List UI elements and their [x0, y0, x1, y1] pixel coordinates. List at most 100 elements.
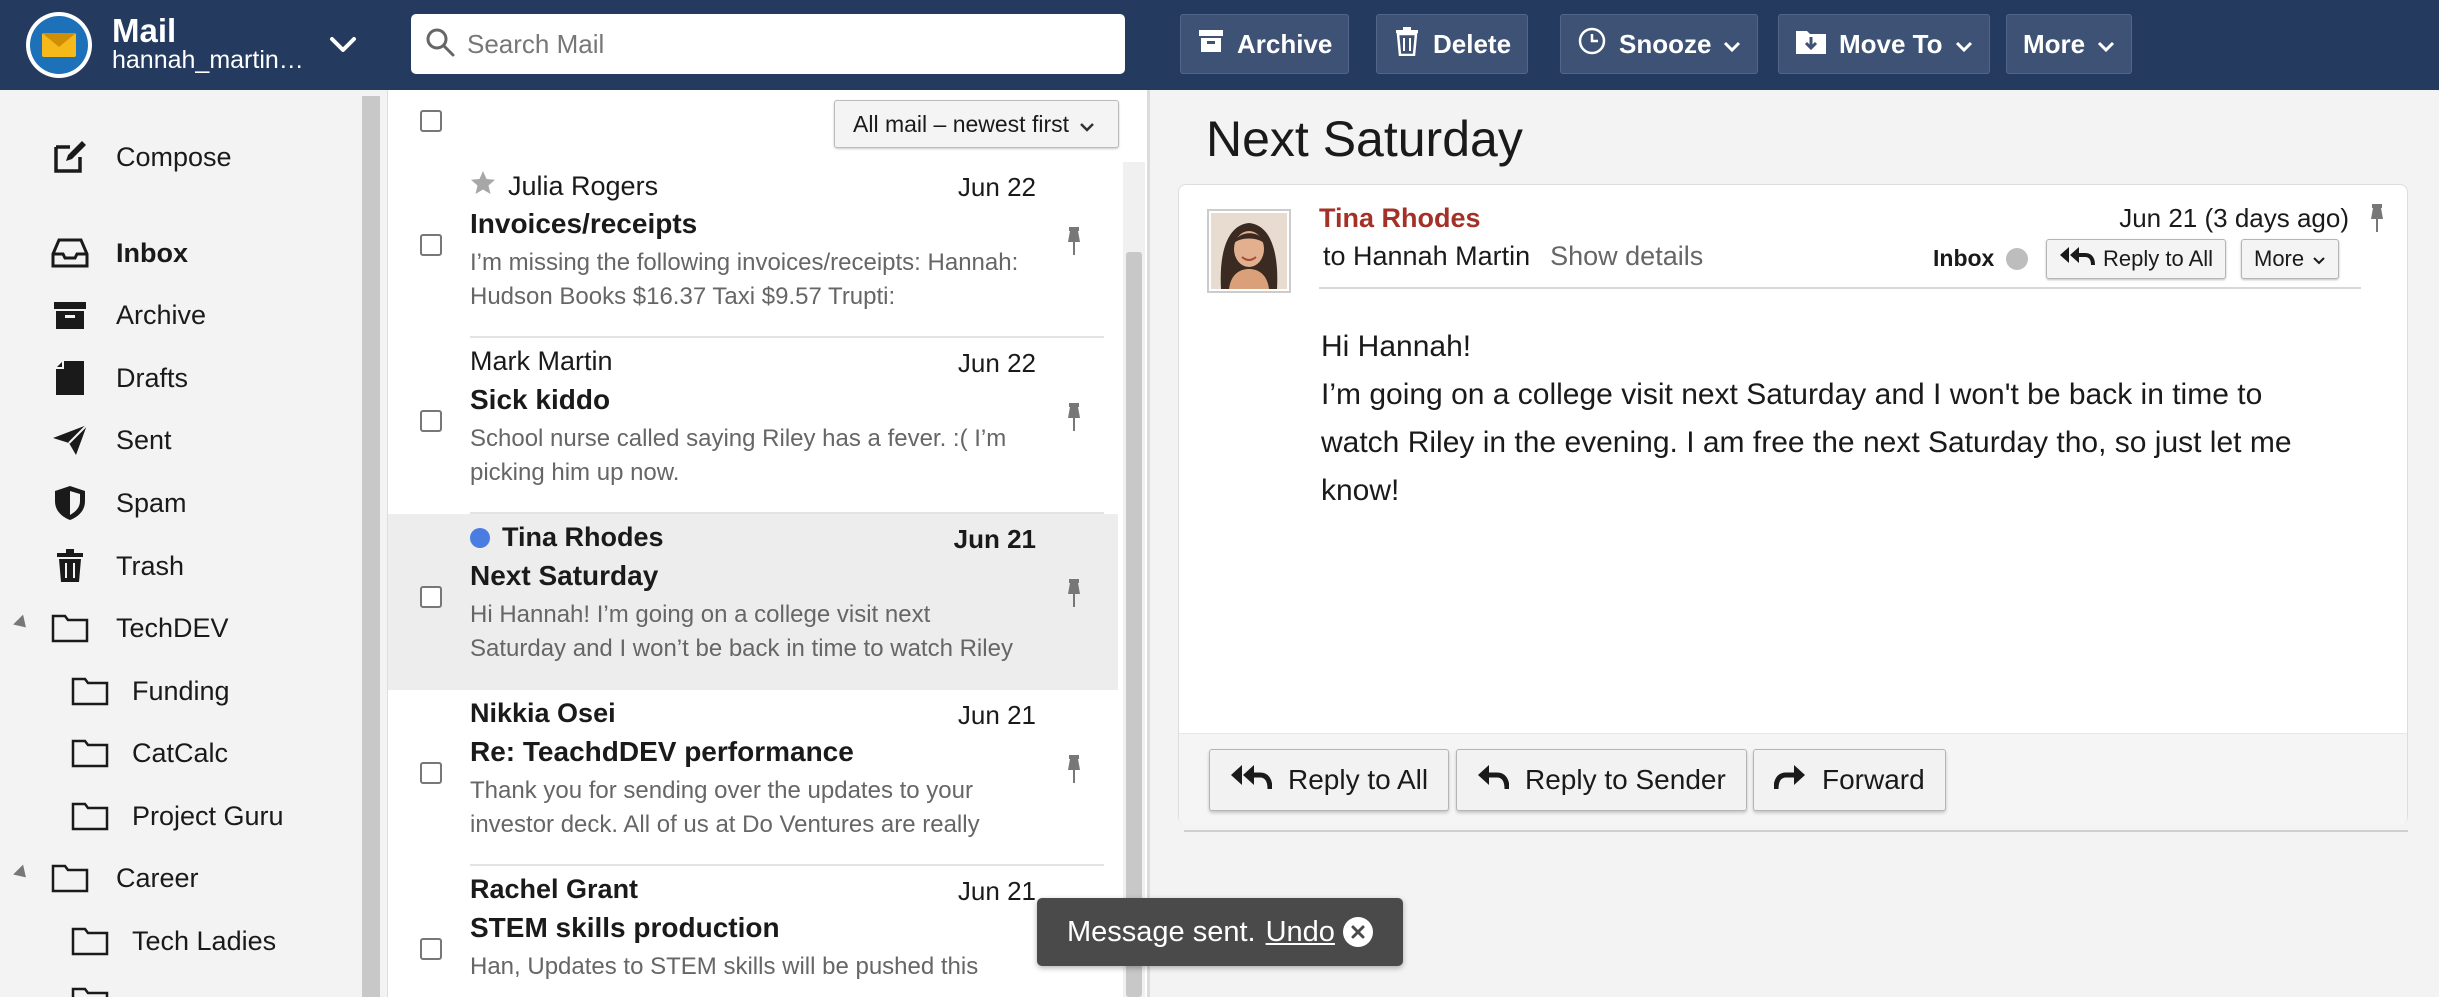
row-subject: Sick kiddo	[470, 384, 611, 415]
chevron-down-icon[interactable]	[326, 28, 360, 62]
row-preview: Hi Hannah! I’m going on a college visit …	[470, 601, 1013, 662]
row-date: Jun 21	[957, 876, 1036, 906]
mail-logo-icon	[26, 12, 92, 78]
close-icon[interactable]	[1343, 917, 1373, 947]
body-paragraph: Hi Hannah!	[1321, 330, 1472, 363]
archive-icon	[1197, 27, 1225, 62]
clock-icon	[1577, 26, 1607, 63]
recipient-line: to Hannah Martin Show details	[1323, 241, 1703, 272]
archive-icon	[50, 295, 90, 335]
folder-icon	[50, 608, 90, 648]
list-item[interactable]: Nikkia Osei Jun 21 Re: TeachdDEV perform…	[388, 690, 1118, 866]
undo-link[interactable]: Undo	[1266, 916, 1335, 949]
folder-funding[interactable]: Funding	[70, 666, 230, 716]
folder-icon	[50, 858, 90, 898]
folder-badge-label: Inbox	[1933, 245, 1995, 271]
row-from: Nikkia Osei	[470, 698, 616, 729]
select-all-checkbox[interactable]	[420, 110, 442, 132]
reply-sender-label: Reply to Sender	[1525, 764, 1726, 795]
pin-icon[interactable]	[2367, 203, 2387, 238]
move-to-button[interactable]: Move To	[1778, 14, 1990, 74]
row-checkbox[interactable]	[420, 938, 442, 960]
folder-project-guru[interactable]: Project Guru	[70, 791, 284, 841]
snooze-button[interactable]: Snooze	[1560, 14, 1759, 74]
reply-all-button[interactable]: Reply to All	[1209, 749, 1450, 811]
more-small-button[interactable]: More	[2241, 239, 2340, 279]
sender-name: Julia Rogers	[508, 171, 659, 201]
row-date: Jun 22	[957, 172, 1036, 202]
folder-techdev[interactable]: TechDEV	[50, 603, 229, 653]
shield-icon	[50, 483, 90, 523]
move-folder-icon	[1795, 27, 1827, 62]
message-list: All mail – newest first Julia Rogers Jun…	[387, 90, 1148, 997]
toast-notification: Message sent. Undo	[1037, 898, 1403, 966]
row-checkbox[interactable]	[420, 410, 442, 432]
list-item-selected[interactable]: Tina Rhodes Jun 21 Next Saturday Hi Hann…	[388, 514, 1118, 690]
expand-triangle-icon[interactable]	[13, 614, 31, 633]
row-from: Tina Rhodes	[470, 522, 664, 553]
compose-button[interactable]: Compose	[50, 132, 232, 182]
row-subject: Invoices/receipts	[470, 208, 698, 239]
star-icon[interactable]	[470, 170, 496, 203]
pin-icon[interactable]	[1064, 402, 1084, 437]
forward-icon	[1773, 763, 1806, 798]
toast-text: Message sent.	[1067, 915, 1256, 948]
expand-triangle-icon[interactable]	[13, 864, 31, 883]
folder-label: TechDEV	[116, 612, 229, 643]
row-preview: School nurse called saying Riley has a f…	[470, 425, 1007, 486]
list-item[interactable]: Rachel Grant Jun 21 STEM skills producti…	[388, 866, 1118, 997]
folder-partial[interactable]	[70, 976, 132, 997]
sidebar-item-trash[interactable]: Trash	[50, 541, 184, 591]
inbox-icon	[50, 233, 90, 273]
row-subject: Re: TeachdDEV performance	[470, 736, 854, 767]
delete-button[interactable]: Delete	[1376, 14, 1529, 74]
sidebar-item-inbox[interactable]: Inbox	[50, 228, 188, 278]
folder-icon	[70, 733, 110, 773]
sidebar-scrollbar[interactable]	[362, 96, 380, 997]
list-item[interactable]: Mark Martin Jun 22 Sick kiddo School nur…	[388, 338, 1118, 514]
chevron-down-icon	[2097, 29, 2115, 60]
sort-dropdown[interactable]: All mail – newest first	[834, 100, 1119, 148]
sender-name: Tina Rhodes	[502, 522, 664, 552]
list-item[interactable]: Julia Rogers Jun 22 Invoices/receipts I’…	[388, 162, 1118, 338]
pin-icon[interactable]	[1064, 578, 1084, 613]
show-details-link[interactable]: Show details	[1550, 241, 1703, 272]
avatar	[1207, 209, 1291, 293]
pin-icon[interactable]	[1064, 754, 1084, 789]
sidebar-item-archive[interactable]: Archive	[50, 290, 206, 340]
pin-icon[interactable]	[1064, 226, 1084, 261]
folder-label: CatCalc	[132, 737, 229, 768]
sidebar: Compose Inbox Archive Drafts Sent Spam T…	[0, 90, 380, 997]
archive-button-label: Archive	[1237, 28, 1333, 59]
row-checkbox[interactable]	[420, 234, 442, 256]
folder-catcalc[interactable]: CatCalc	[70, 728, 228, 778]
sender-name[interactable]: Tina Rhodes	[1319, 203, 1481, 234]
reply-all-small-button[interactable]: Reply to All	[2046, 239, 2227, 279]
status-dot-icon	[2006, 247, 2029, 270]
row-preview: Han, Updates to STEM skills will be push…	[470, 953, 979, 980]
reply-sender-button[interactable]: Reply to Sender	[1456, 749, 1747, 811]
search-input[interactable]	[467, 28, 1107, 60]
archive-button[interactable]: Archive	[1180, 14, 1350, 74]
sidebar-item-sent[interactable]: Sent	[50, 415, 172, 465]
search-icon	[425, 27, 455, 62]
recipient: to Hannah Martin	[1323, 241, 1531, 271]
sidebar-item-label: Trash	[116, 550, 185, 581]
folder-label: Funding	[132, 675, 230, 706]
account-name[interactable]: hannah_martin…	[112, 46, 312, 75]
row-checkbox[interactable]	[420, 762, 442, 784]
row-checkbox[interactable]	[420, 586, 442, 608]
folder-tech-ladies[interactable]: Tech Ladies	[70, 916, 276, 966]
forward-button[interactable]: Forward	[1753, 749, 1946, 811]
sender-name: Mark Martin	[470, 346, 613, 376]
search-box[interactable]	[411, 14, 1125, 74]
message-date: Jun 21 (3 days ago)	[2119, 203, 2349, 233]
sidebar-item-spam[interactable]: Spam	[50, 478, 187, 528]
chevron-down-icon	[2312, 246, 2326, 272]
reading-pane: Next Saturday Tina Rhodes to Hannah Mart…	[1150, 90, 2439, 997]
message-card: Tina Rhodes to Hannah Martin Show detail…	[1178, 184, 2408, 825]
list-scrollbar[interactable]	[1123, 162, 1145, 997]
folder-career[interactable]: Career	[50, 853, 199, 903]
more-button[interactable]: More	[2006, 14, 2133, 74]
sidebar-item-drafts[interactable]: Drafts	[50, 353, 188, 403]
